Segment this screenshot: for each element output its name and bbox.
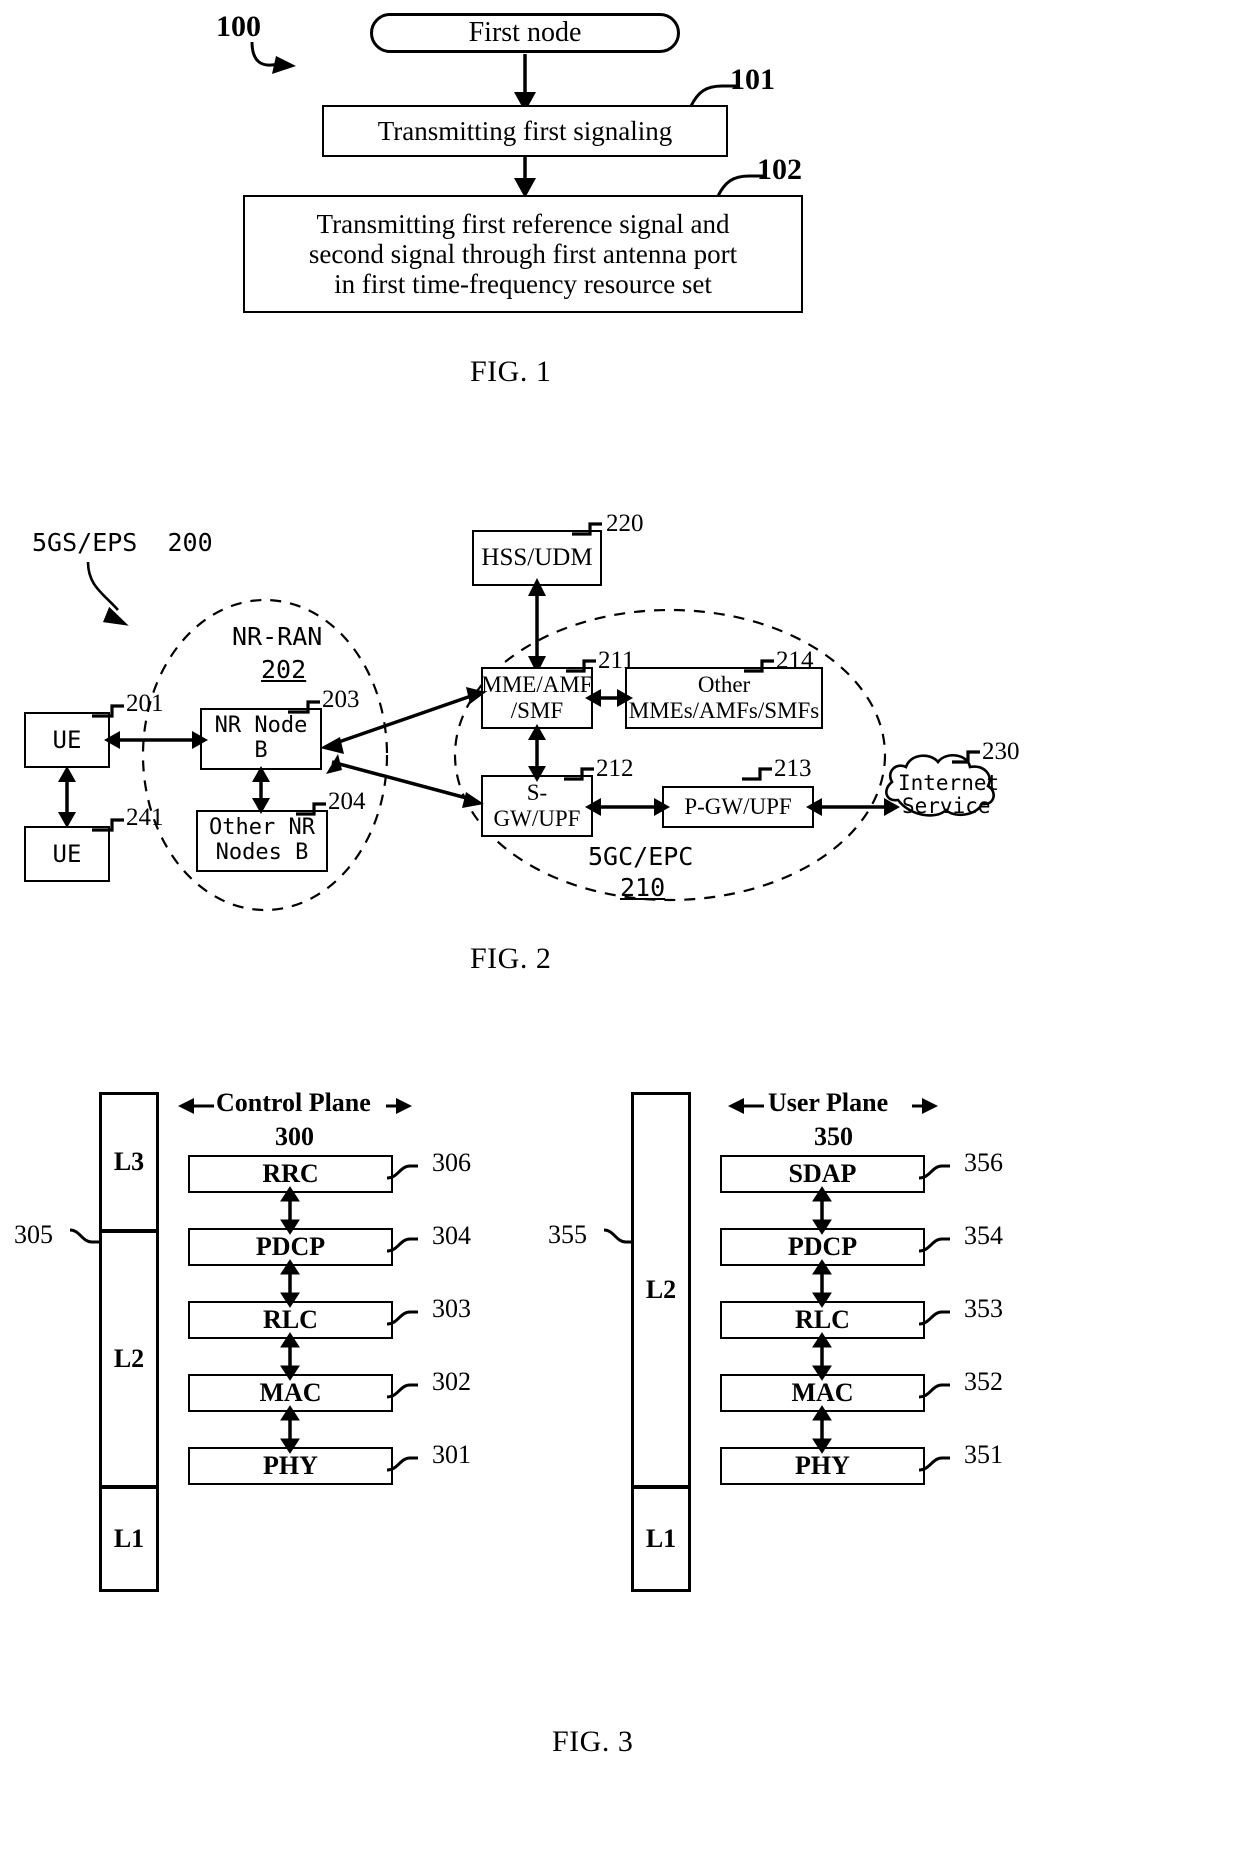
fig3-control-plane-group: Control Plane 300 L3 L2 L1 305 RRC 306 P… bbox=[0, 1070, 620, 1870]
fig2-arrow-nodeb-to-sgw bbox=[326, 754, 484, 808]
fig1-ref102-leader bbox=[716, 174, 763, 197]
fig3-cp-stack-arrows bbox=[280, 1186, 300, 1454]
fig3-caption: FIG. 3 bbox=[552, 1725, 634, 1758]
figure-3: Control Plane 300 L3 L2 L1 305 RRC 306 P… bbox=[0, 1070, 1240, 1870]
figure-1: 100 First node Transmitting first signal… bbox=[0, 0, 1240, 400]
fig3-user-plane-group: User Plane 350 L2 L1 355 SDAP 356 PDCP 3… bbox=[532, 1070, 1240, 1870]
patent-drawing-sheet: 100 First node Transmitting first signal… bbox=[0, 0, 1240, 1870]
fig2-caption: FIG. 2 bbox=[470, 942, 552, 975]
fig3-up-stack-arrows bbox=[812, 1186, 832, 1454]
fig1-caption: FIG. 1 bbox=[470, 355, 552, 388]
figure-2: 5GS/EPS 200 NR-RAN 202 5GC/EPC 210 UE 20… bbox=[0, 490, 1240, 1000]
fig1-ref-102: 102 bbox=[757, 153, 802, 186]
